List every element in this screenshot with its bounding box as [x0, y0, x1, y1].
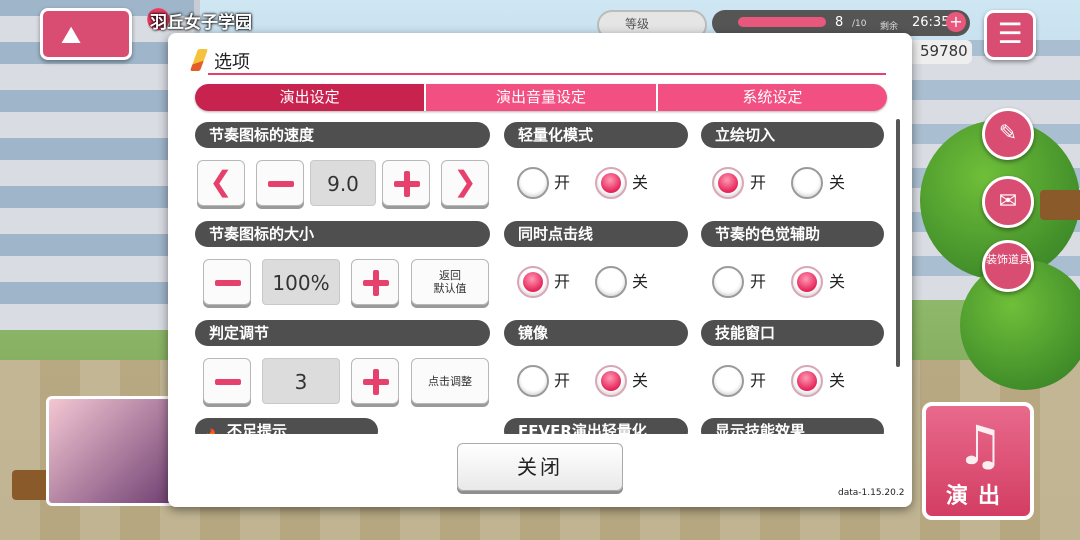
character-cards[interactable]: [46, 396, 186, 506]
size-minus-button[interactable]: [203, 259, 251, 305]
skill-window-on-label: 开: [750, 371, 767, 390]
scrollbar[interactable]: [896, 119, 900, 367]
mirror-on-label: 开: [554, 371, 571, 390]
mirror-off-radio[interactable]: [595, 365, 627, 397]
flame-icon: 🔥: [203, 424, 220, 434]
light-mode-on-radio[interactable]: [517, 167, 549, 199]
coins-value: 59780: [920, 42, 968, 60]
size-plus-button[interactable]: [351, 259, 399, 305]
light-mode-header: 轻量化模式: [504, 122, 688, 148]
tab-live-settings[interactable]: 演出设定: [195, 84, 425, 111]
size-value: 100%: [262, 259, 340, 305]
simul-line-header: 同时点击线: [504, 221, 688, 247]
light-mode-off-radio[interactable]: [595, 167, 627, 199]
gift-icon: ✉: [998, 189, 1018, 214]
mirror-header: 镜像: [504, 320, 688, 346]
skill-effect-header: 显示技能效果: [701, 418, 884, 434]
portrait-cut-off-label: 关: [829, 173, 846, 192]
close-button[interactable]: 关闭: [457, 443, 623, 491]
music-note-icon: ♫: [956, 414, 1005, 477]
chevron-left-icon: ❮: [209, 165, 233, 198]
insufficient-hint-label: 不足提示: [227, 422, 288, 434]
simul-line-on-label: 开: [554, 272, 571, 291]
title-underline: [208, 73, 886, 75]
light-mode-on-label: 开: [554, 173, 571, 192]
note-size-header: 节奏图标的大小: [195, 221, 490, 247]
color-assist-on-label: 开: [750, 272, 767, 291]
options-tabs: 演出设定 演出音量设定 系统设定: [195, 84, 887, 111]
judge-minus-button[interactable]: [203, 358, 251, 404]
judge-adjust-header: 判定调节: [195, 320, 490, 346]
judge-value: 3: [262, 358, 340, 404]
pen-icon: ✎: [998, 121, 1018, 146]
bench: [1040, 190, 1080, 220]
size-reset-button[interactable]: 返回 默认值: [411, 259, 489, 305]
insufficient-hint-header: 🔥 不足提示: [195, 418, 378, 434]
location-name: 羽丘女子学园: [150, 13, 252, 33]
color-assist-off-radio[interactable]: [791, 266, 823, 298]
settings-scroll-area[interactable]: 节奏图标的速度 ❮ 9.0 ❯ 节奏图标的大小 100% 返回 默认值 判定调节…: [195, 120, 901, 434]
portrait-cut-header: 立绘切入: [701, 122, 884, 148]
level-label: 等级: [625, 17, 650, 31]
color-assist-header: 节奏的色觉辅助: [701, 221, 884, 247]
modal-title: 选项: [214, 52, 250, 73]
skill-window-header: 技能窗口: [701, 320, 884, 346]
options-modal: 选项 演出设定 演出音量设定 系统设定 节奏图标的速度 ❮ 9.0 ❯ 节奏图标…: [168, 33, 912, 507]
decoration-label: 装饰道具: [986, 253, 1030, 266]
light-mode-off-label: 关: [632, 173, 649, 192]
map-button[interactable]: ⛰: [40, 8, 132, 60]
live-button[interactable]: ♫ 演出: [922, 402, 1034, 520]
tab-volume-settings[interactable]: 演出音量设定: [424, 84, 656, 111]
simul-line-off-label: 关: [632, 272, 649, 291]
portrait-cut-off-radio[interactable]: [791, 167, 823, 199]
fever-light-header: FEVER演出轻量化: [504, 418, 688, 434]
tap-adjust-button[interactable]: 点击调整: [411, 358, 489, 404]
stamina-timer: 26:35: [912, 15, 950, 30]
stamina-max: /10: [852, 19, 867, 29]
speed-next-button[interactable]: ❯: [441, 160, 489, 206]
simul-line-on-radio[interactable]: [517, 266, 549, 298]
simul-line-off-radio[interactable]: [595, 266, 627, 298]
portrait-cut-on-label: 开: [750, 173, 767, 192]
decoration-button[interactable]: 装饰道具: [982, 240, 1034, 292]
skill-window-on-radio[interactable]: [712, 365, 744, 397]
add-stamina-button[interactable]: +: [946, 12, 966, 32]
color-assist-on-radio[interactable]: [712, 266, 744, 298]
menu-button[interactable]: ☰: [984, 10, 1036, 60]
gift-button[interactable]: ✉: [982, 176, 1034, 228]
remain-label: 剩余: [880, 22, 899, 32]
mirror-on-radio[interactable]: [517, 365, 549, 397]
stamina-bar: [738, 17, 826, 27]
color-assist-off-label: 关: [829, 272, 846, 291]
version-label: data-1.15.20.2: [838, 488, 905, 498]
speed-minus-button[interactable]: [256, 160, 304, 206]
speed-prev-button[interactable]: ❮: [197, 160, 245, 206]
hamburger-icon: ☰: [997, 17, 1023, 50]
tab-system-settings[interactable]: 系统设定: [655, 84, 887, 111]
judge-plus-button[interactable]: [351, 358, 399, 404]
map-icon: ⛰: [61, 21, 82, 49]
live-label: 演出: [945, 484, 1010, 509]
note-speed-header: 节奏图标的速度: [195, 122, 490, 148]
missions-button[interactable]: ✎: [982, 108, 1034, 160]
portrait-cut-on-radio[interactable]: [712, 167, 744, 199]
skill-window-off-label: 关: [829, 371, 846, 390]
skill-window-off-radio[interactable]: [791, 365, 823, 397]
speed-plus-button[interactable]: [382, 160, 430, 206]
mirror-off-label: 关: [632, 371, 649, 390]
stamina-count: 8: [835, 15, 844, 30]
pencil-icon: [189, 49, 209, 71]
chevron-right-icon: ❯: [453, 165, 477, 198]
speed-value: 9.0: [310, 160, 376, 206]
